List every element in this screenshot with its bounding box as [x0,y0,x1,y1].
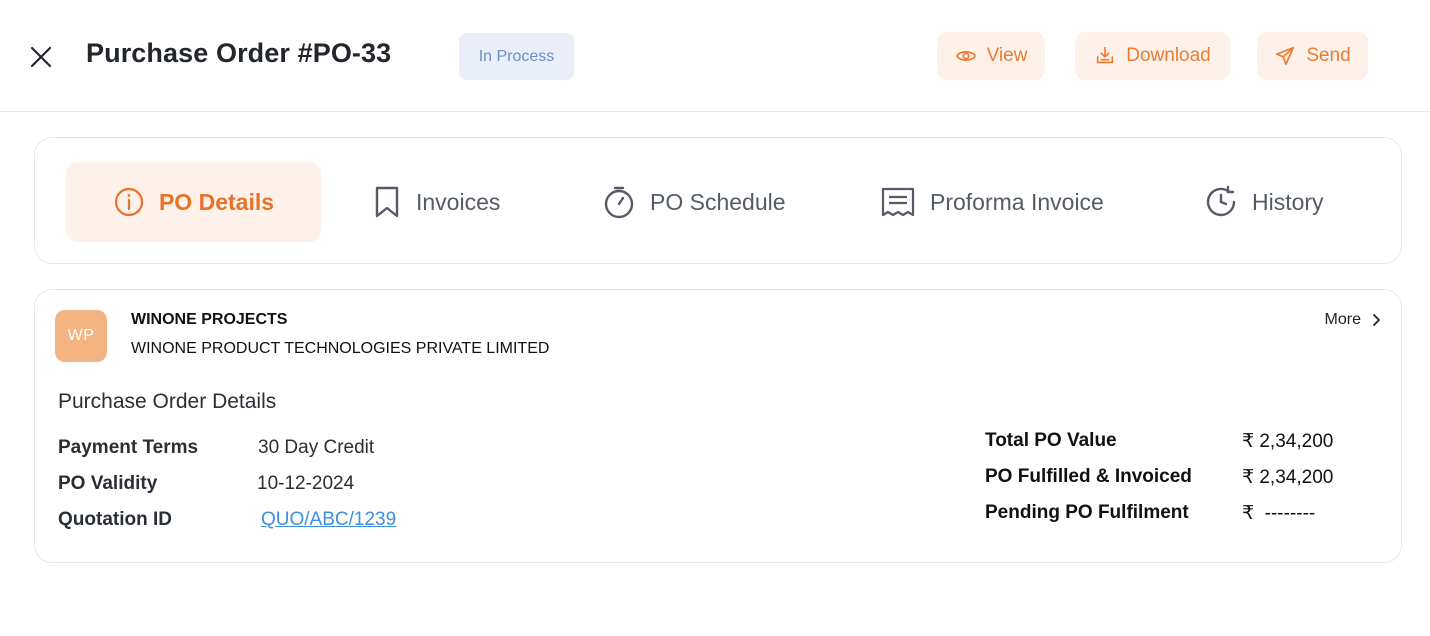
close-button[interactable] [26,42,56,72]
total-po-value: ₹ 2,34,200 [1242,431,1334,452]
tab-proforma-invoice[interactable]: Proforma Invoice [880,162,1104,242]
section-title: Purchase Order Details [58,390,277,413]
send-button[interactable]: Send [1257,32,1368,80]
download-button-label: Download [1126,45,1211,66]
view-button[interactable]: View [937,32,1045,80]
send-icon [1276,46,1295,66]
pending-po-value: ₹ -------- [1242,503,1316,524]
total-po-value-label: Total PO Value [985,430,1117,451]
status-badge: In Process [459,33,574,80]
tab-history[interactable]: History [1204,162,1324,242]
pending-po-label: Pending PO Fulfilment [985,502,1189,523]
header-bar: Purchase Order #PO-33 In Process View Do… [0,0,1430,112]
chevron-right-icon [1373,314,1380,326]
page-title: Purchase Order #PO-33 [86,38,392,68]
more-label: More [1324,311,1361,328]
info-icon [114,187,144,217]
stopwatch-icon [604,186,634,219]
tab-label: History [1252,188,1324,215]
vendor-avatar: WP [55,310,107,362]
tab-label: Proforma Invoice [930,188,1104,215]
vendor-company: WINONE PRODUCT TECHNOLOGIES PRIVATE LIMI… [131,340,550,357]
tab-label: PO Schedule [650,188,786,215]
quotation-id-link[interactable]: QUO/ABC/1239 [261,509,396,531]
tab-label: PO Details [158,188,275,215]
tab-invoices[interactable]: Invoices [372,162,500,242]
quotation-id-label: Quotation ID [58,509,172,530]
po-fulfilled-value: ₹ 2,34,200 [1242,467,1334,488]
po-details-card: WP WINONE PROJECTS WINONE PRODUCT TECHNO… [34,289,1402,563]
receipt-icon [881,187,915,217]
tab-schedule[interactable]: PO Schedule [602,162,786,242]
view-button-label: View [986,45,1028,66]
tabs-bar: PO Details Invoices PO Schedule Proforma… [34,137,1402,264]
download-icon [1097,46,1114,64]
send-button-label: Send [1306,45,1351,66]
eye-icon [955,51,976,61]
payment-terms-value: 30 Day Credit [258,437,375,458]
more-link[interactable]: More [1325,311,1381,329]
tab-po-details[interactable]: PO Details [66,162,321,242]
tab-label: Invoices [416,188,501,215]
history-icon [1206,185,1236,217]
bookmark-icon [375,186,399,218]
vendor-name: WINONE PROJECTS [131,311,288,328]
close-icon [30,46,52,68]
po-validity-label: PO Validity [58,473,158,494]
po-fulfilled-label: PO Fulfilled & Invoiced [985,466,1192,487]
download-button[interactable]: Download [1075,32,1230,80]
payment-terms-label: Payment Terms [58,437,199,458]
po-validity-value: 10-12-2024 [257,473,355,494]
